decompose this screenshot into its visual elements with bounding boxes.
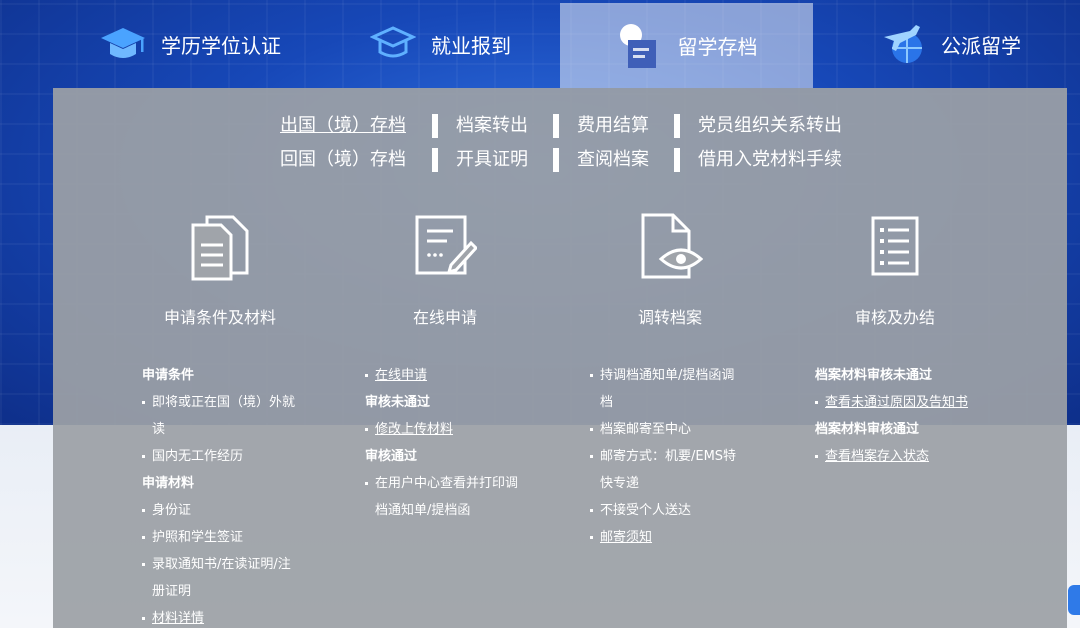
list-item: 邮寄方式：机要/EMS特 快专递 [590, 443, 765, 497]
archive-panel: 出国（境）存档 档案转出 费用结算 党员组织关系转出 回国（境）存档 开具证明 … [53, 88, 1067, 628]
sub-item-borrow-materials[interactable]: 借用入党材料手续 [698, 146, 842, 174]
section-heading: 申请条件 [142, 368, 195, 383]
application-column: 在线申请 审核未通过 修改上传材料 审核通过 在用户中心查看并打印调 档通知单/提… [365, 362, 540, 524]
review-column: 档案材料审核未通过 查看未通过原因及告知书 档案材料审核通过 查看档案存入状态 [815, 362, 1015, 470]
step-online-application: 在线申请 [355, 210, 535, 328]
edit-form-icon [355, 210, 535, 282]
sub-item-inbound-archive[interactable]: 回国（境）存档 [280, 146, 406, 174]
sub-item-transfer-out[interactable]: 档案转出 [456, 112, 528, 140]
list-item: 邮寄须知 [590, 524, 765, 551]
list-item: 在用户中心查看并打印调 档通知单/提档函 [365, 470, 540, 524]
list-item: 档案邮寄至中心 [590, 416, 765, 443]
list-item: 材料详情 [142, 605, 317, 628]
section-heading: 申请材料 [142, 476, 195, 491]
transfer-column: 持调档通知单/提档函调档 档案邮寄至中心 邮寄方式：机要/EMS特 快专递 不接受… [590, 362, 765, 551]
floating-side-button[interactable] [1068, 585, 1080, 615]
online-apply-link[interactable]: 在线申请 [375, 368, 427, 383]
list-item: 护照和学生签证 [142, 524, 317, 551]
documents-icon [130, 210, 310, 282]
section-heading: 档案材料审核通过 [815, 422, 920, 437]
sub-menu-row: 出国（境）存档 档案转出 费用结算 党员组织关系转出 [53, 112, 1067, 140]
separator [432, 114, 438, 138]
tab-label: 就业报到 [431, 33, 511, 58]
list-item: 查看未通过原因及告知书 [815, 389, 1015, 416]
list-item: 不接受个人送达 [590, 497, 765, 524]
graduation-cap-icon [99, 20, 147, 68]
sub-menu-row: 回国（境）存档 开具证明 查阅档案 借用入党材料手续 [53, 146, 1067, 174]
step-label: 申请条件及材料 [163, 308, 276, 327]
separator [432, 148, 438, 172]
tab-government-sponsored[interactable]: 公派留学 [860, 0, 1040, 88]
requirements-column: 申请条件 即将或正在国（境）外就读 国内无工作经历 申请材料 身份证 护照和学生… [142, 362, 317, 628]
airplane-globe-icon [879, 20, 927, 68]
file-view-icon [580, 210, 760, 282]
section-heading: 审核未通过 [365, 395, 431, 410]
tab-label: 公派留学 [941, 33, 1021, 58]
step-transfer-archive: 调转档案 [580, 210, 760, 328]
list-item: 查看档案存入状态 [815, 443, 1015, 470]
section-heading: 审核通过 [365, 449, 418, 464]
sub-item-certificate[interactable]: 开具证明 [456, 146, 528, 174]
list-item: 持调档通知单/提档函调档 [590, 362, 765, 416]
sub-item-consult-archive[interactable]: 查阅档案 [577, 146, 649, 174]
section-heading: 档案材料审核未通过 [815, 368, 933, 383]
checklist-icon [805, 210, 985, 282]
sub-item-party-transfer[interactable]: 党员组织关系转出 [698, 112, 842, 140]
list-item: 录取通知书/在读证明/注 册证明 [142, 551, 317, 605]
top-nav: 学历学位认证 就业报到 留学存档 公派留学 [0, 0, 1080, 88]
list-item: 国内无工作经历 [142, 443, 317, 470]
sub-item-fee-settlement[interactable]: 费用结算 [577, 112, 649, 140]
materials-details-link[interactable]: 材料详情 [152, 611, 204, 626]
separator [553, 114, 559, 138]
list-item: 修改上传材料 [365, 416, 540, 443]
mortarboard-outline-icon [369, 20, 417, 68]
mailing-notice-link[interactable]: 邮寄须知 [600, 530, 652, 545]
modify-materials-link[interactable]: 修改上传材料 [375, 422, 453, 437]
step-requirements: 申请条件及材料 [130, 210, 310, 328]
list-item: 在线申请 [365, 362, 540, 389]
list-item: 即将或正在国（境）外就读 [142, 389, 317, 443]
view-rejection-reason-link[interactable]: 查看未通过原因及告知书 [825, 395, 968, 410]
step-label: 在线申请 [412, 308, 477, 327]
tab-employment-report[interactable]: 就业报到 [355, 0, 525, 88]
tab-study-abroad-archive[interactable]: 留学存档 [560, 3, 813, 88]
step-label: 调转档案 [637, 308, 702, 327]
tab-label: 留学存档 [677, 35, 758, 59]
tab-label: 学历学位认证 [161, 33, 281, 58]
archive-folder-icon [616, 22, 664, 70]
separator [674, 114, 680, 138]
view-archive-status-link[interactable]: 查看档案存入状态 [825, 449, 929, 464]
step-label: 审核及办结 [854, 308, 935, 327]
step-review-completion: 审核及办结 [805, 210, 985, 328]
list-item: 身份证 [142, 497, 317, 524]
tab-degree-certification[interactable]: 学历学位认证 [80, 0, 300, 88]
separator [553, 148, 559, 172]
separator [674, 148, 680, 172]
sub-item-outbound-archive[interactable]: 出国（境）存档 [280, 112, 406, 140]
